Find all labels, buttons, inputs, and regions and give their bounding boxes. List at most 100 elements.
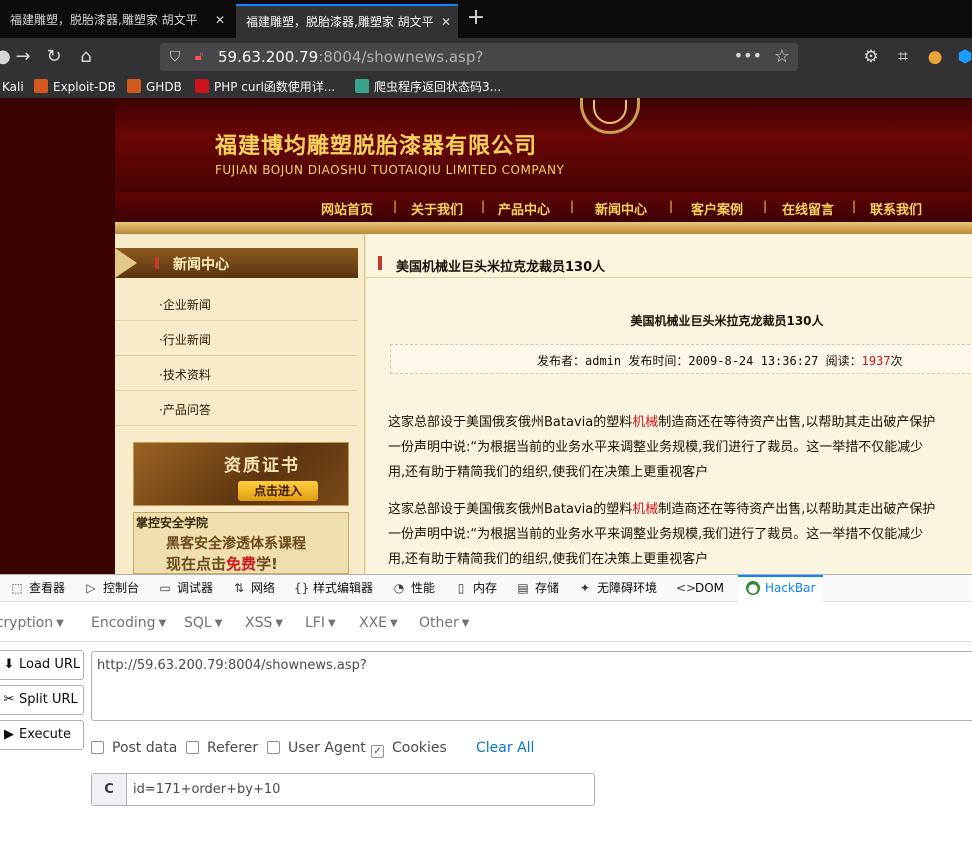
- menu-contact[interactable]: 联系我们: [870, 199, 922, 218]
- web-page: 福建博均雕塑脱胎漆器有限公司 FUJIAN BOJUN DIAOSHU TUOT…: [0, 98, 972, 574]
- execute-button[interactable]: ▶ Execute: [0, 720, 84, 750]
- sidebar-item-tech-docs[interactable]: ·技术资料: [115, 356, 358, 391]
- bookmark-kali[interactable]: Kali: [2, 76, 24, 98]
- tab-memory[interactable]: ▯ 内存: [454, 575, 497, 602]
- article-paragraph-1: 这家总部设于美国俄亥俄州Batavia的塑料机械制造商还在等待资产出售,以帮助其…: [388, 415, 936, 480]
- sidebar-item-company-news[interactable]: ·企业新闻: [115, 286, 358, 321]
- url-textarea[interactable]: http://59.63.200.79:8004/shownews.asp?: [91, 651, 972, 721]
- ad-line-1: 掌控安全学院: [136, 516, 209, 530]
- scissors-icon: ✂: [3, 692, 15, 707]
- menu-sql[interactable]: SQL ▼: [184, 615, 222, 631]
- tab-network[interactable]: ⇅ 网络: [232, 575, 275, 602]
- main-content: 美国机械业巨头米拉克龙裁员130人 美国机械业巨头米拉克龙裁员130人 发布者：…: [366, 234, 972, 574]
- caret-down-icon: ▼: [390, 618, 398, 629]
- menu-cases[interactable]: 客户案例: [691, 199, 743, 218]
- tab-inspector[interactable]: ⬚ 查看器: [10, 575, 65, 602]
- sidebar-item-product-qa[interactable]: ·产品问答: [115, 391, 358, 426]
- tab-bar: 福建雕塑，脱胎漆器,雕塑家 胡文平 ✕ 福建雕塑，脱胎漆器,雕塑家 胡文平 ✕ …: [0, 0, 972, 38]
- shield-icon[interactable]: ⛉: [166, 47, 184, 67]
- post-data-checkbox[interactable]: Post data: [91, 740, 177, 756]
- menu-xxe[interactable]: XXE ▼: [359, 615, 398, 631]
- tab-style-editor[interactable]: {} 样式编辑器: [294, 575, 373, 602]
- menu-lfi[interactable]: LFI ▼: [305, 615, 336, 631]
- cookie-input[interactable]: id=171+order+by+10: [133, 774, 280, 805]
- new-tab-icon[interactable]: +: [466, 7, 486, 29]
- user-agent-checkbox[interactable]: User Agent: [267, 740, 366, 756]
- crop-icon[interactable]: ⌗: [893, 47, 913, 67]
- storage-icon: ▤: [517, 581, 529, 595]
- close-tab-icon[interactable]: ✕: [208, 4, 232, 36]
- certificate-enter-button[interactable]: 点击进入: [238, 481, 318, 501]
- bookmark-crawler[interactable]: 爬虫程序返回状态码3...: [355, 76, 501, 98]
- page-left-margin: [0, 98, 115, 574]
- close-tab-icon[interactable]: ✕: [434, 6, 458, 38]
- bookmark-ghdb[interactable]: GHDB: [127, 76, 182, 98]
- sidebar-title: 新闻中心: [173, 257, 229, 273]
- clear-all-link[interactable]: Clear All: [476, 740, 534, 756]
- accessibility-icon: ✦: [579, 581, 591, 595]
- console-icon: ▷: [86, 581, 96, 595]
- ssr-extension-icon[interactable]: ●: [925, 47, 945, 67]
- tab-accessibility[interactable]: ✦ 无障碍环境: [578, 575, 657, 602]
- menu-encryption[interactable]: Encryption▼: [0, 615, 64, 631]
- bookmark-php-curl[interactable]: PHP curl函数使用详...: [195, 76, 335, 98]
- bookmark-star-icon[interactable]: ☆: [774, 43, 790, 71]
- tab-dom[interactable]: <>DOM: [676, 575, 724, 602]
- reload-icon[interactable]: ↻: [43, 46, 65, 68]
- caret-down-icon: ▼: [56, 618, 64, 629]
- ad-banner[interactable]: 掌控安全学院 黑客安全渗透体系课程 现在点击免费学!: [133, 512, 349, 574]
- csdn-icon: [195, 79, 209, 93]
- menu-other[interactable]: Other ▼: [419, 615, 469, 631]
- menu-home[interactable]: 网站首页: [321, 199, 373, 218]
- url-text[interactable]: 59.63.200.79:8004/shownews.asp?: [218, 43, 483, 71]
- certificate-banner[interactable]: 资质证书 点击进入: [133, 442, 349, 506]
- page-actions-icon[interactable]: •••: [734, 43, 762, 69]
- ad-line-3: 现在点击免费学!: [166, 555, 278, 573]
- menu-separator: |: [852, 199, 857, 213]
- checkbox-icon: [91, 741, 104, 754]
- caret-down-icon: ▼: [327, 618, 336, 629]
- insecure-lock-icon[interactable]: 🔓︎: [190, 47, 208, 67]
- hackbar-menu: Encryption▼ Encoding▼ SQL▼ XSS▼ LFI▼ XXE…: [0, 602, 972, 642]
- tab-console[interactable]: ▷ 控制台: [84, 575, 139, 602]
- home-icon[interactable]: ⌂: [75, 46, 97, 68]
- tab-performance[interactable]: ◔ 性能: [392, 575, 435, 602]
- bookmark-exploit-db[interactable]: Exploit-DB: [34, 76, 116, 98]
- gear-icon[interactable]: ⚙: [861, 47, 881, 67]
- sidebar-item-industry-news[interactable]: ·行业新闻: [115, 321, 358, 356]
- certificate-title: 资质证书: [224, 456, 300, 476]
- menu-separator: |: [481, 199, 486, 213]
- url-bar[interactable]: ⛉ 🔓︎ 59.63.200.79:8004/shownews.asp? •••…: [160, 43, 798, 71]
- download-icon: ⬇: [3, 657, 15, 672]
- forward-icon[interactable]: →: [12, 46, 34, 68]
- menu-encoding[interactable]: Encoding ▼: [91, 615, 166, 631]
- browser-tab-2[interactable]: 福建雕塑，脱胎漆器,雕塑家 胡文平 ✕: [236, 4, 458, 38]
- tab-storage[interactable]: ▤ 存储: [516, 575, 559, 602]
- menu-xss[interactable]: XSS ▼: [245, 615, 283, 631]
- browser-tab-title: 福建雕塑，脱胎漆器,雕塑家 胡文平: [10, 13, 198, 27]
- split-url-button[interactable]: ✂ Split URL: [0, 685, 84, 715]
- hackbar-icon: ●: [746, 581, 760, 595]
- cookies-checkbox[interactable]: ✓ Cookies: [371, 740, 447, 758]
- caret-down-icon: ▼: [214, 618, 223, 629]
- tab-hackbar[interactable]: ● HackBar: [738, 575, 824, 602]
- menu-guestbook[interactable]: 在线留言: [782, 199, 834, 218]
- heading-marker: [378, 256, 382, 270]
- extension-icon[interactable]: ⬢: [955, 47, 972, 67]
- menu-news[interactable]: 新闻中心: [595, 199, 647, 218]
- article-meta: 发布者：admin 发布时间：2009-8-24 13:36:27 阅读：193…: [390, 344, 972, 374]
- menu-products[interactable]: 产品中心: [498, 199, 550, 218]
- menu-about[interactable]: 关于我们: [411, 199, 463, 218]
- referer-checkbox[interactable]: Referer: [186, 740, 258, 756]
- performance-icon: ◔: [393, 581, 405, 595]
- tab-debugger[interactable]: ▭ 调试器: [158, 575, 213, 602]
- play-icon: ▶: [4, 727, 14, 742]
- load-url-button[interactable]: ⬇ Load URL: [0, 650, 84, 680]
- heading-marker: [155, 257, 159, 269]
- menu-separator: |: [669, 199, 674, 213]
- ghdb-icon: [127, 79, 141, 93]
- content-heading-text: 美国机械业巨头米拉克龙裁员130人: [396, 260, 606, 275]
- cookie-field[interactable]: C id=171+order+by+10: [91, 773, 595, 806]
- memory-icon: ▯: [457, 581, 465, 595]
- browser-tab-1[interactable]: 福建雕塑，脱胎漆器,雕塑家 胡文平 ✕: [0, 4, 232, 38]
